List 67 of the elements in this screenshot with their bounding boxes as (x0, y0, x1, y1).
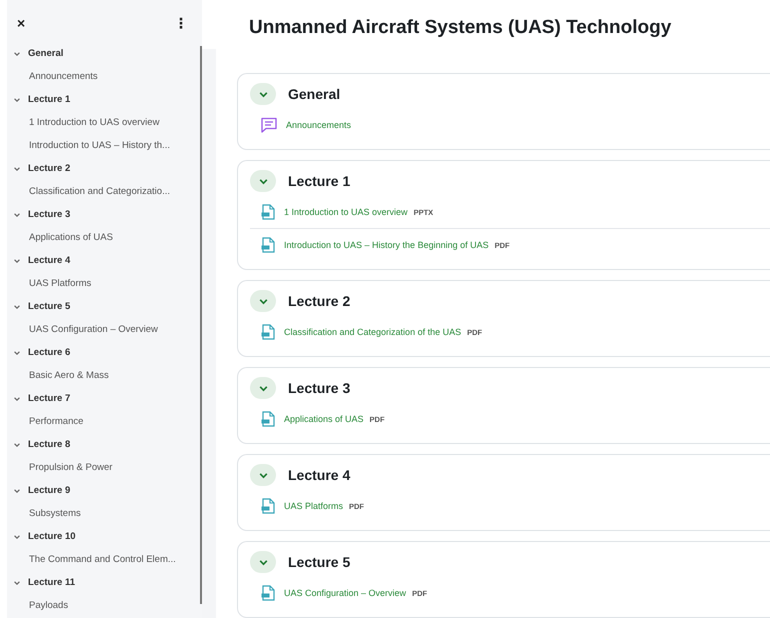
section-title: General (288, 86, 340, 102)
collapse-toggle[interactable] (250, 290, 276, 312)
index-item-link[interactable]: Performance (7, 410, 202, 433)
index-section-heading[interactable]: Lecture 3 (7, 203, 70, 226)
index-item-link[interactable]: Announcements (7, 65, 202, 88)
index-section-heading[interactable]: Lecture 6 (7, 341, 70, 364)
chevron-icon (13, 578, 21, 586)
index-item-link[interactable]: Introduction to UAS – History th... (7, 134, 202, 157)
activity-link[interactable]: UAS Configuration – Overview (284, 588, 406, 598)
chevron-icon (13, 394, 21, 402)
index-section-heading[interactable]: General (7, 42, 64, 65)
index-item-link[interactable]: Payloads (7, 594, 202, 617)
document-icon (260, 498, 276, 514)
index-section-heading[interactable]: Lecture 1 (7, 88, 70, 111)
document-icon (260, 411, 276, 427)
section-title: Lecture 1 (288, 173, 350, 189)
index-section-heading[interactable]: Lecture 5 (7, 295, 70, 318)
more-menu-button[interactable]: ⋮ (174, 16, 188, 30)
chevron-icon (13, 50, 21, 58)
index-item-link[interactable]: Subsystems (7, 502, 202, 525)
collapse-toggle[interactable] (250, 377, 276, 399)
collapse-toggle[interactable] (250, 464, 276, 486)
activity-link[interactable]: Introduction to UAS – History the Beginning of UAS (284, 240, 489, 250)
chevron-icon (13, 210, 21, 218)
index-item-link[interactable]: Classification and Categorizatio... (7, 180, 202, 203)
collapse-toggle[interactable] (250, 170, 276, 192)
document-icon (260, 324, 276, 340)
section-title: Lecture 3 (288, 380, 350, 396)
chevron-icon (13, 440, 21, 448)
index-item-link[interactable]: Propulsion & Power (7, 456, 202, 479)
index-item-link[interactable]: UAS Platforms (7, 272, 202, 295)
document-icon (260, 585, 276, 601)
index-section-heading[interactable]: Lecture 7 (7, 387, 70, 410)
index-item-link[interactable]: Basic Aero & Mass (7, 364, 202, 387)
chevron-icon (13, 348, 21, 356)
chevron-icon (13, 164, 21, 172)
chevron-icon (13, 96, 21, 104)
chat-icon (260, 117, 278, 133)
close-button[interactable]: × (17, 16, 26, 30)
activity-link[interactable]: Announcements (286, 120, 352, 130)
activity-link[interactable]: Applications of UAS (284, 414, 364, 424)
index-item-link[interactable]: 1 Introduction to UAS overview (7, 111, 202, 134)
index-section-heading[interactable]: Lecture 8 (7, 433, 70, 456)
section-title: Lecture 2 (288, 293, 350, 309)
section-title: Lecture 4 (288, 467, 350, 483)
index-section-heading[interactable]: Lecture 11 (7, 571, 75, 594)
chevron-icon (13, 532, 21, 540)
collapse-toggle[interactable] (250, 551, 276, 573)
index-item-link[interactable]: The Command and Control Elem... (7, 548, 202, 571)
section-title: Lecture 5 (288, 554, 350, 570)
collapse-toggle[interactable] (250, 83, 276, 105)
index-section-heading[interactable]: Lecture 4 (7, 249, 70, 272)
activity-link[interactable]: Classification and Categorization of the UAS (284, 327, 462, 337)
index-item-link[interactable]: Applications of UAS (7, 226, 202, 249)
chevron-icon (13, 302, 21, 310)
activity-link[interactable]: UAS Platforms (284, 501, 344, 511)
index-item-link[interactable]: UAS Configuration – Overview (7, 318, 202, 341)
chevron-icon (13, 486, 21, 494)
index-section-heading[interactable]: Lecture 9 (7, 479, 70, 502)
activity-link[interactable]: 1 Introduction to UAS overview (284, 207, 408, 217)
scrollbar[interactable] (200, 46, 202, 604)
document-icon (260, 237, 276, 253)
index-section-heading[interactable]: Lecture 10 (7, 525, 76, 548)
course-title: Unmanned Aircraft Systems (UAS) Technology (202, 0, 770, 49)
index-section-heading[interactable]: Lecture 2 (7, 157, 70, 180)
document-icon (260, 204, 276, 220)
chevron-icon (13, 256, 21, 264)
